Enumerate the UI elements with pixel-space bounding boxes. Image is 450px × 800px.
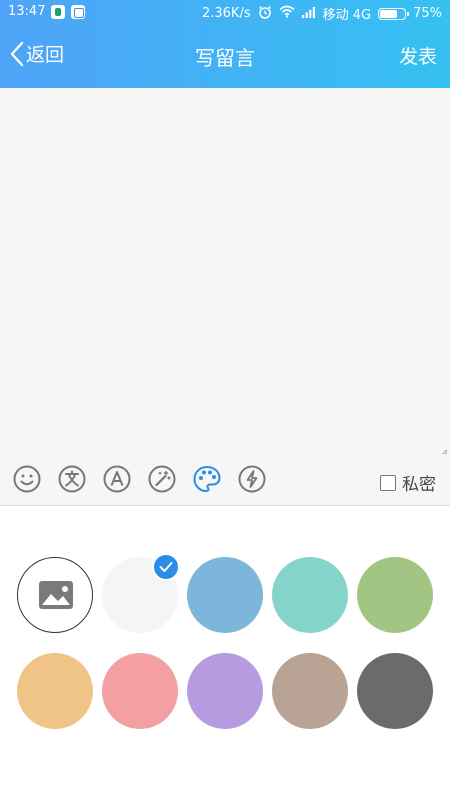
wifi-icon xyxy=(279,5,295,22)
color-swatch-pink[interactable] xyxy=(102,653,178,729)
font-icon[interactable] xyxy=(102,464,132,494)
private-label: 私密 xyxy=(402,475,436,495)
page-title: 写留言 xyxy=(195,46,255,70)
message-input[interactable] xyxy=(0,88,450,454)
color-swatch-orange[interactable] xyxy=(17,653,93,729)
color-swatch-purple[interactable] xyxy=(187,653,263,729)
signal-icon xyxy=(301,6,316,22)
color-swatch-green[interactable] xyxy=(357,557,433,633)
status-bar-right: 2.36K/s 移动 4G 75% xyxy=(202,4,442,23)
app-notification-icon xyxy=(51,4,66,19)
color-swatch-dark-gray[interactable] xyxy=(357,653,433,729)
emoji-icon[interactable] xyxy=(12,464,42,494)
alarm-clock-icon xyxy=(258,5,272,23)
text-style-icon[interactable] xyxy=(57,464,87,494)
color-swatch-taupe[interactable] xyxy=(272,653,348,729)
palette-icon[interactable] xyxy=(192,464,222,494)
network-speed: 2.36K/s xyxy=(201,6,251,21)
private-toggle[interactable]: 私密 xyxy=(380,470,436,495)
magic-wand-icon[interactable] xyxy=(147,464,177,494)
carrier-label: 移动 4G xyxy=(322,8,372,23)
header: 13:47 2.36K/s 移动 4G 75% 返回 写留言 发表 xyxy=(0,0,450,88)
nav-bar: 返回 写留言 发表 xyxy=(0,26,450,88)
status-bar: 13:47 2.36K/s 移动 4G 75% xyxy=(0,0,450,26)
app-notification-icon-2 xyxy=(71,4,86,19)
status-bar-left: 13:47 xyxy=(8,4,86,19)
flash-icon[interactable] xyxy=(237,464,267,494)
color-swatch-teal[interactable] xyxy=(272,557,348,633)
private-checkbox[interactable] xyxy=(380,474,396,491)
image-background-button[interactable] xyxy=(17,557,93,633)
selected-check-badge xyxy=(152,553,180,581)
battery-icon xyxy=(378,7,410,20)
publish-button[interactable]: 发表 xyxy=(399,42,437,69)
editor-toolbar: 私密 xyxy=(0,454,450,506)
battery-fill xyxy=(380,9,398,18)
color-swatch-blue[interactable] xyxy=(187,557,263,633)
background-palette xyxy=(0,507,450,800)
battery-percent: 75% xyxy=(413,6,442,21)
resize-handle-icon[interactable] xyxy=(438,442,448,457)
status-time: 13:47 xyxy=(8,4,46,19)
